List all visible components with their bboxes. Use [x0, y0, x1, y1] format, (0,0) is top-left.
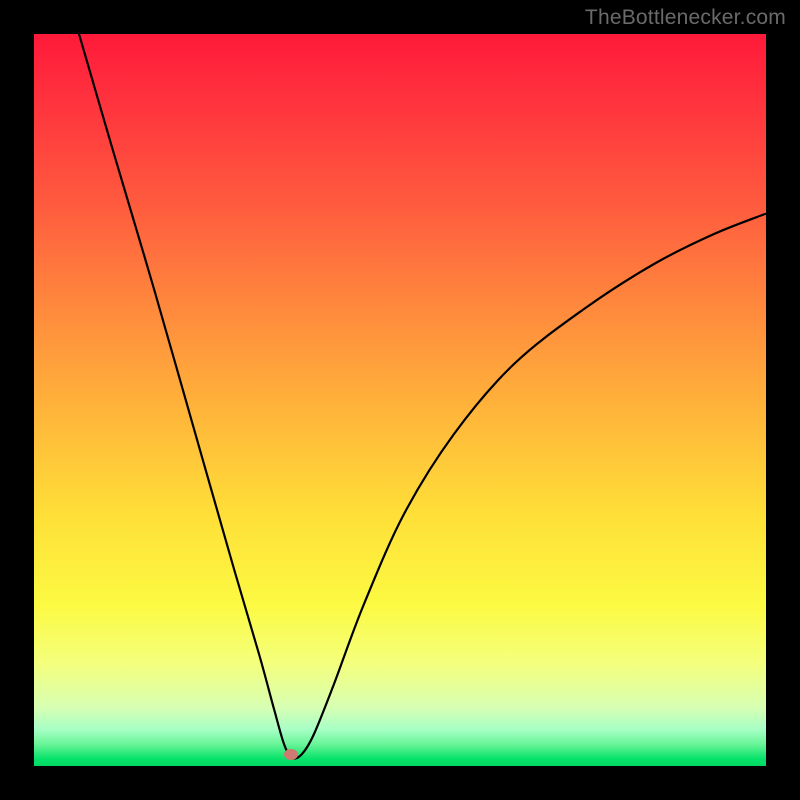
optimal-point-marker	[284, 749, 298, 760]
bottleneck-curve	[34, 34, 766, 766]
attribution-label: TheBottlenecker.com	[585, 6, 786, 30]
chart-frame: TheBottlenecker.com	[0, 0, 800, 800]
plot-area	[34, 34, 766, 766]
